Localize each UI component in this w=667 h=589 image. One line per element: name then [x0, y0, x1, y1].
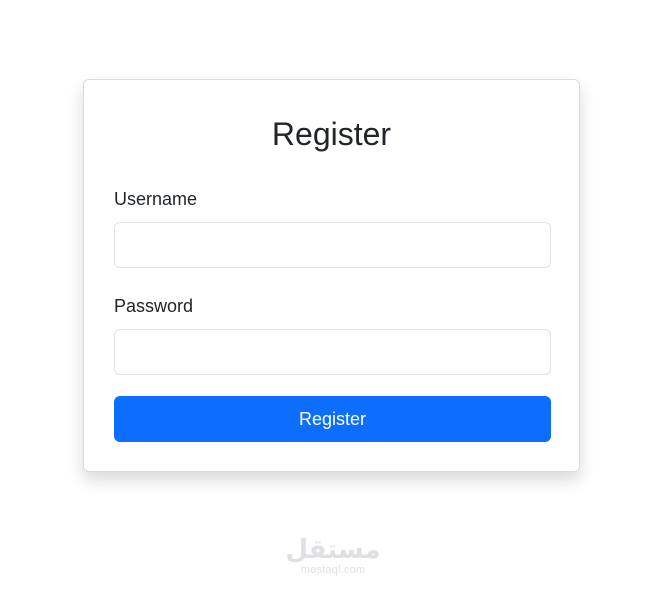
username-label: Username	[114, 189, 198, 209]
register-card: Register Username Password Register	[83, 79, 580, 472]
register-button[interactable]: Register	[114, 396, 551, 442]
page-title: Register	[271, 116, 392, 152]
password-input[interactable]	[114, 329, 551, 375]
watermark: مستقل mostaql.com	[283, 536, 383, 580]
watermark-url: mostaql.com	[300, 564, 366, 576]
password-label: Password	[114, 296, 194, 316]
username-input[interactable]	[114, 222, 551, 268]
watermark-logo: مستقل	[285, 535, 381, 565]
